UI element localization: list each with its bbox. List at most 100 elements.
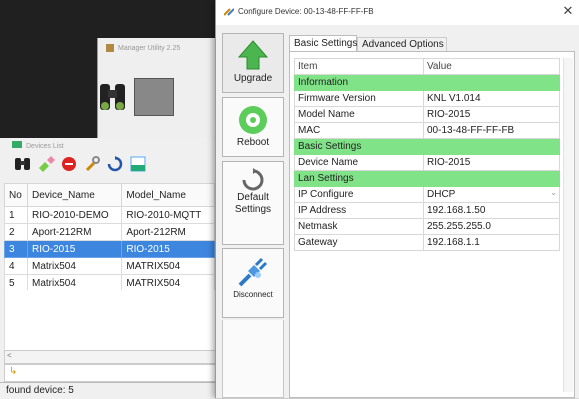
table-row[interactable]: 4 Matrix504 MATRIX504 bbox=[4, 257, 215, 275]
reset-icon bbox=[242, 168, 264, 191]
pointer-icon: ↳ bbox=[9, 366, 18, 377]
scroll-left-arrow-icon[interactable]: < bbox=[7, 351, 12, 360]
devices-table-empty-area bbox=[4, 290, 217, 351]
section-value bbox=[423, 138, 560, 155]
cell-device-name: Matrix504 bbox=[26, 257, 123, 275]
ip-configure-select[interactable]: DHCP ⌄ bbox=[423, 186, 560, 203]
cell-model-name: Aport-212RM bbox=[121, 223, 215, 241]
item-value: KNL V1.014 bbox=[423, 90, 560, 107]
grid-row[interactable]: Device Name RIO-2015 bbox=[294, 154, 560, 171]
table-row[interactable]: 5 Matrix504 MATRIX504 bbox=[4, 274, 215, 292]
cell-device-name: RIO-2015 bbox=[26, 240, 123, 258]
item-label: Gateway bbox=[294, 234, 424, 251]
grid-header-value[interactable]: Value bbox=[423, 58, 560, 75]
tab-content-panel: Item Value Information Firmware Version … bbox=[289, 51, 575, 398]
grid-row[interactable]: IP Configure DHCP ⌄ bbox=[294, 186, 560, 203]
devices-list-icon bbox=[12, 141, 22, 148]
item-label: Model Name bbox=[294, 106, 424, 123]
sidebar-blank-area bbox=[222, 320, 284, 398]
gateway-field[interactable]: 192.168.1.1 bbox=[423, 234, 560, 251]
item-value: RIO-2015 bbox=[423, 106, 560, 123]
refresh-icon[interactable] bbox=[106, 155, 124, 173]
upgrade-button[interactable]: Upgrade bbox=[222, 33, 284, 93]
grid-header-item[interactable]: Item bbox=[294, 58, 424, 75]
close-button[interactable]: ✕ bbox=[560, 3, 576, 21]
connect-plug-icon[interactable] bbox=[37, 155, 55, 173]
wrench-icon[interactable] bbox=[83, 155, 101, 173]
upgrade-label: Upgrade bbox=[233, 73, 273, 84]
dialog-title: Configure Device: 00-13-48-FF-FF-FB bbox=[238, 7, 374, 16]
item-value: 00-13-48-FF-FF-FB bbox=[423, 122, 560, 139]
grid-row[interactable]: IP Address 192.168.1.50 bbox=[294, 202, 560, 219]
dialog-titlebar[interactable]: Configure Device: 00-13-48-FF-FF-FB ✕ bbox=[216, 0, 579, 25]
cell-model-name: RIO-2010-MQTT bbox=[121, 206, 215, 224]
section-value bbox=[423, 170, 560, 187]
grid-row[interactable]: Firmware Version KNL V1.014 bbox=[294, 90, 560, 107]
upgrade-arrow-icon bbox=[237, 40, 269, 70]
reboot-button[interactable]: Reboot bbox=[222, 97, 284, 157]
horizontal-scrollbar[interactable]: < bbox=[4, 350, 217, 364]
item-label: MAC bbox=[294, 122, 424, 139]
tab-advanced-options[interactable]: Advanced Options bbox=[357, 37, 447, 51]
ip-address-field[interactable]: 192.168.1.50 bbox=[423, 202, 560, 219]
section-label: Information bbox=[294, 74, 424, 91]
item-label: Firmware Version bbox=[294, 90, 424, 107]
settings-grid: Item Value Information Firmware Version … bbox=[294, 58, 560, 251]
ip-configure-value: DHCP bbox=[427, 189, 456, 200]
cell-no: 3 bbox=[4, 240, 28, 258]
settings-gear-icon[interactable] bbox=[134, 78, 174, 116]
status-message-area: ↳ bbox=[4, 364, 217, 382]
default-settings-button[interactable]: Default Settings bbox=[222, 161, 284, 245]
html-export-icon[interactable] bbox=[129, 155, 147, 173]
stop-icon[interactable] bbox=[60, 155, 78, 173]
tab-basic-settings[interactable]: Basic Settings bbox=[289, 35, 357, 52]
status-bar: found device: 5 bbox=[0, 382, 215, 399]
cell-model-name: RIO-2015 bbox=[121, 240, 215, 258]
table-row[interactable]: 1 RIO-2010-DEMO RIO-2010-MQTT bbox=[4, 206, 215, 224]
column-header-model-name[interactable]: Model_Name bbox=[121, 183, 215, 207]
cell-no: 5 bbox=[4, 274, 28, 292]
action-sidebar: Upgrade Reboot Default Settings Disconne… bbox=[222, 30, 285, 398]
netmask-field[interactable]: 255.255.255.0 bbox=[423, 218, 560, 235]
devices-table-header: No Device_Name Model_Name bbox=[4, 183, 215, 207]
manager-utility-window: Manager Utility 2.25 Devices List No Dev… bbox=[0, 0, 217, 399]
column-header-device-name[interactable]: Device_Name bbox=[26, 183, 123, 207]
binoculars-icon[interactable] bbox=[98, 78, 128, 114]
item-label: IP Configure bbox=[294, 186, 424, 203]
tools-icon bbox=[224, 8, 234, 16]
configure-device-dialog: Configure Device: 00-13-48-FF-FF-FB ✕ Up… bbox=[215, 0, 579, 398]
device-name-field[interactable]: RIO-2015 bbox=[423, 154, 560, 171]
cell-device-name: Aport-212RM bbox=[26, 223, 123, 241]
item-label: Netmask bbox=[294, 218, 424, 235]
default-settings-label: Default Settings bbox=[234, 192, 272, 215]
search-binoculars-icon[interactable] bbox=[14, 155, 32, 173]
cell-no: 1 bbox=[4, 206, 28, 224]
manager-utility-title: Manager Utility 2.25 bbox=[106, 44, 180, 52]
manager-app-icon bbox=[106, 44, 114, 52]
chevron-down-icon[interactable]: ⌄ bbox=[550, 188, 557, 197]
section-row-information[interactable]: Information bbox=[294, 74, 560, 91]
grid-row[interactable]: Gateway 192.168.1.1 bbox=[294, 234, 560, 251]
item-label: IP Address bbox=[294, 202, 424, 219]
section-row-lan-settings[interactable]: Lan Settings bbox=[294, 170, 560, 187]
table-row[interactable]: 2 Aport-212RM Aport-212RM bbox=[4, 223, 215, 241]
manager-utility-panel: Manager Utility 2.25 bbox=[97, 38, 216, 138]
cell-device-name: RIO-2010-DEMO bbox=[26, 206, 123, 224]
section-row-basic-settings[interactable]: Basic Settings bbox=[294, 138, 560, 155]
grid-row[interactable]: Model Name RIO-2015 bbox=[294, 106, 560, 123]
section-value bbox=[423, 74, 560, 91]
status-text: found device: 5 bbox=[6, 385, 74, 396]
column-header-no[interactable]: No bbox=[4, 183, 28, 207]
item-label: Device Name bbox=[294, 154, 424, 171]
vertical-scrollbar[interactable] bbox=[563, 58, 573, 392]
devices-list-title: Devices List bbox=[12, 141, 64, 150]
disconnect-button[interactable]: Disconnect bbox=[222, 248, 284, 318]
grid-header: Item Value bbox=[294, 58, 560, 75]
cell-model-name: MATRIX504 bbox=[121, 274, 215, 292]
grid-row[interactable]: MAC 00-13-48-FF-FF-FB bbox=[294, 122, 560, 139]
grid-row[interactable]: Netmask 255.255.255.0 bbox=[294, 218, 560, 235]
section-label: Lan Settings bbox=[294, 170, 424, 187]
reboot-label: Reboot bbox=[236, 137, 270, 148]
disconnect-plug-icon bbox=[238, 257, 268, 287]
table-row-selected[interactable]: 3 RIO-2015 RIO-2015 bbox=[4, 240, 215, 258]
